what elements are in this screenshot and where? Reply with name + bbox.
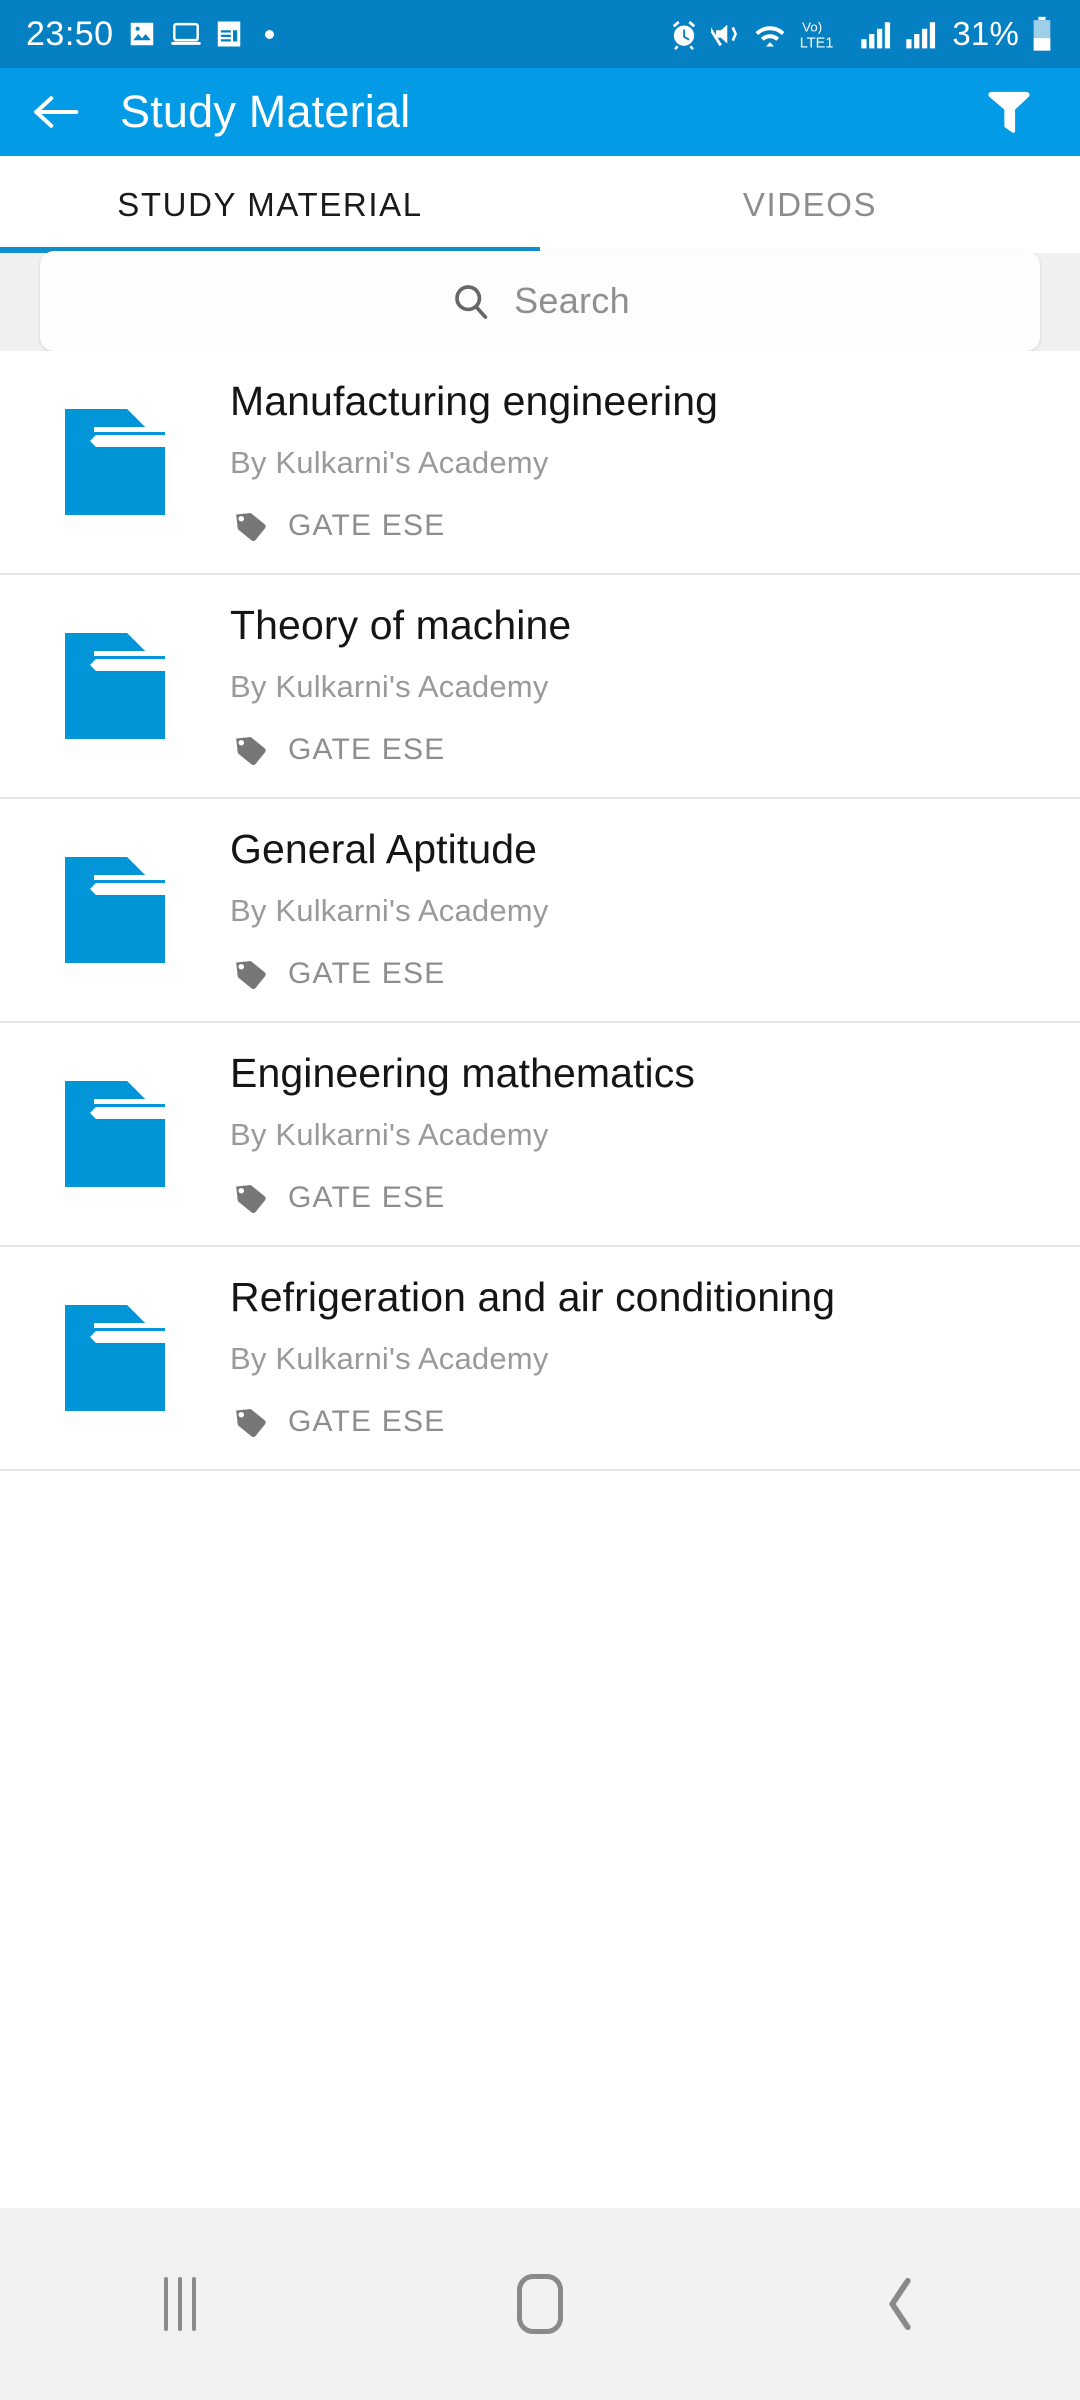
search-input[interactable]: Search	[40, 251, 1040, 351]
list-item[interactable]: Engineering mathematics By Kulkarni's Ac…	[0, 1023, 1080, 1247]
list-item-author: By Kulkarni's Academy	[230, 892, 549, 928]
folder-icon	[65, 1305, 165, 1411]
list-item-title: Engineering mathematics	[230, 1050, 695, 1097]
list-item[interactable]: Refrigeration and air conditioning By Ku…	[0, 1247, 1080, 1471]
list-item-tag-label: GATE ESE	[288, 732, 446, 766]
list-item-tag-row: GATE ESE	[230, 955, 549, 993]
mute-vibrate-icon	[711, 24, 738, 47]
list-item-body: Theory of machine By Kulkarni's Academy …	[230, 603, 611, 768]
tag-icon	[235, 960, 266, 989]
list-item-title: Manufacturing engineering	[230, 378, 718, 425]
list-item-author: By Kulkarni's Academy	[230, 444, 549, 480]
folder-icon-wrap	[0, 1305, 230, 1411]
folder-icon-wrap	[0, 1081, 230, 1187]
filter-button[interactable]	[964, 68, 1054, 156]
status-clock: 23:50	[26, 14, 114, 53]
folder-icon	[65, 633, 165, 739]
list-item[interactable]: Theory of machine By Kulkarni's Academy …	[0, 575, 1080, 799]
search-placeholder: Search	[514, 280, 630, 321]
phone-screen: 23:50 Vo) LTE1 31% Study Material STUDY …	[0, 0, 1080, 2400]
list-item-tag-row: GATE ESE	[230, 731, 571, 769]
alarm-icon	[673, 20, 696, 50]
wifi-icon	[755, 26, 785, 47]
list-item-body: General Aptitude By Kulkarni's Academy G…	[230, 827, 589, 992]
home-button[interactable]	[440, 2208, 640, 2400]
system-navigation-bar	[0, 2208, 1080, 2400]
signal-bars-icon-2	[906, 22, 936, 49]
list-item-tag-label: GATE ESE	[288, 508, 446, 542]
tag-icon	[235, 1408, 266, 1437]
list-item[interactable]: General Aptitude By Kulkarni's Academy G…	[0, 799, 1080, 1023]
list-item-author: By Kulkarni's Academy	[230, 1116, 549, 1152]
tag-icon	[235, 1184, 266, 1213]
list-item-title: Theory of machine	[230, 602, 572, 649]
list-item-tag-label: GATE ESE	[288, 1180, 446, 1214]
tab-videos-label: VIDEOS	[742, 185, 878, 223]
image-icon	[130, 22, 153, 46]
signal-bars-icon	[861, 22, 891, 49]
battery-percent-label: 31%	[952, 15, 1019, 52]
volte-icon: Vo) LTE1	[800, 20, 834, 51]
status-bar: 23:50 Vo) LTE1 31%	[0, 0, 1080, 68]
system-back-button[interactable]	[800, 2208, 1000, 2400]
list-item-title: General Aptitude	[230, 826, 538, 873]
page-title: Study Material	[120, 86, 411, 137]
folder-icon	[65, 409, 165, 515]
folder-icon-wrap	[0, 857, 230, 963]
svg-text:LTE1: LTE1	[800, 35, 834, 51]
svg-text:Vo): Vo)	[802, 20, 822, 35]
tag-icon	[235, 736, 266, 765]
list-item-tag-row: GATE ESE	[230, 1179, 695, 1217]
back-chevron-icon	[889, 2277, 911, 2331]
folder-icon-wrap	[0, 633, 230, 739]
app-bar: Study Material	[0, 68, 1080, 156]
tab-bar: STUDY MATERIAL VIDEOS	[0, 156, 1080, 253]
recents-button[interactable]	[80, 2208, 280, 2400]
list-item-body: Refrigeration and air conditioning By Ku…	[230, 1275, 875, 1440]
recents-icon	[164, 2277, 196, 2331]
filter-funnel-icon	[988, 91, 1030, 133]
tab-study-material-label: STUDY MATERIAL	[117, 185, 423, 223]
search-icon	[455, 285, 488, 319]
notes-icon	[217, 21, 240, 47]
status-bar-left: 23:50	[26, 15, 274, 54]
home-icon	[517, 2274, 563, 2334]
arrow-left-icon	[34, 96, 79, 128]
folder-icon-wrap	[0, 409, 230, 515]
list-item-body: Manufacturing engineering By Kulkarni's …	[230, 379, 758, 544]
tab-study-material[interactable]: STUDY MATERIAL	[0, 156, 540, 253]
battery-icon	[1033, 16, 1051, 51]
folder-icon	[65, 1081, 165, 1187]
list-item-tag-row: GATE ESE	[230, 1403, 835, 1441]
folder-icon	[65, 857, 165, 963]
list-item-author: By Kulkarni's Academy	[230, 1340, 549, 1376]
tag-icon	[235, 512, 266, 541]
list-item-title: Refrigeration and air conditioning	[230, 1274, 836, 1321]
back-button[interactable]	[0, 68, 110, 156]
list-item-author: By Kulkarni's Academy	[230, 668, 549, 704]
laptop-icon	[170, 22, 201, 45]
list-item-tag-label: GATE ESE	[288, 956, 446, 990]
list-item-body: Engineering mathematics By Kulkarni's Ac…	[230, 1051, 735, 1216]
list-item-tag-row: GATE ESE	[230, 507, 718, 545]
list-item[interactable]: Manufacturing engineering By Kulkarni's …	[0, 351, 1080, 575]
search-bar-container: Search	[0, 251, 1080, 351]
status-bar-right: Vo) LTE1 31%	[668, 15, 1054, 53]
tab-videos[interactable]: VIDEOS	[540, 156, 1080, 253]
dot-icon	[264, 29, 274, 39]
list-item-tag-label: GATE ESE	[288, 1404, 446, 1438]
study-material-list[interactable]: Manufacturing engineering By Kulkarni's …	[0, 351, 1080, 2208]
